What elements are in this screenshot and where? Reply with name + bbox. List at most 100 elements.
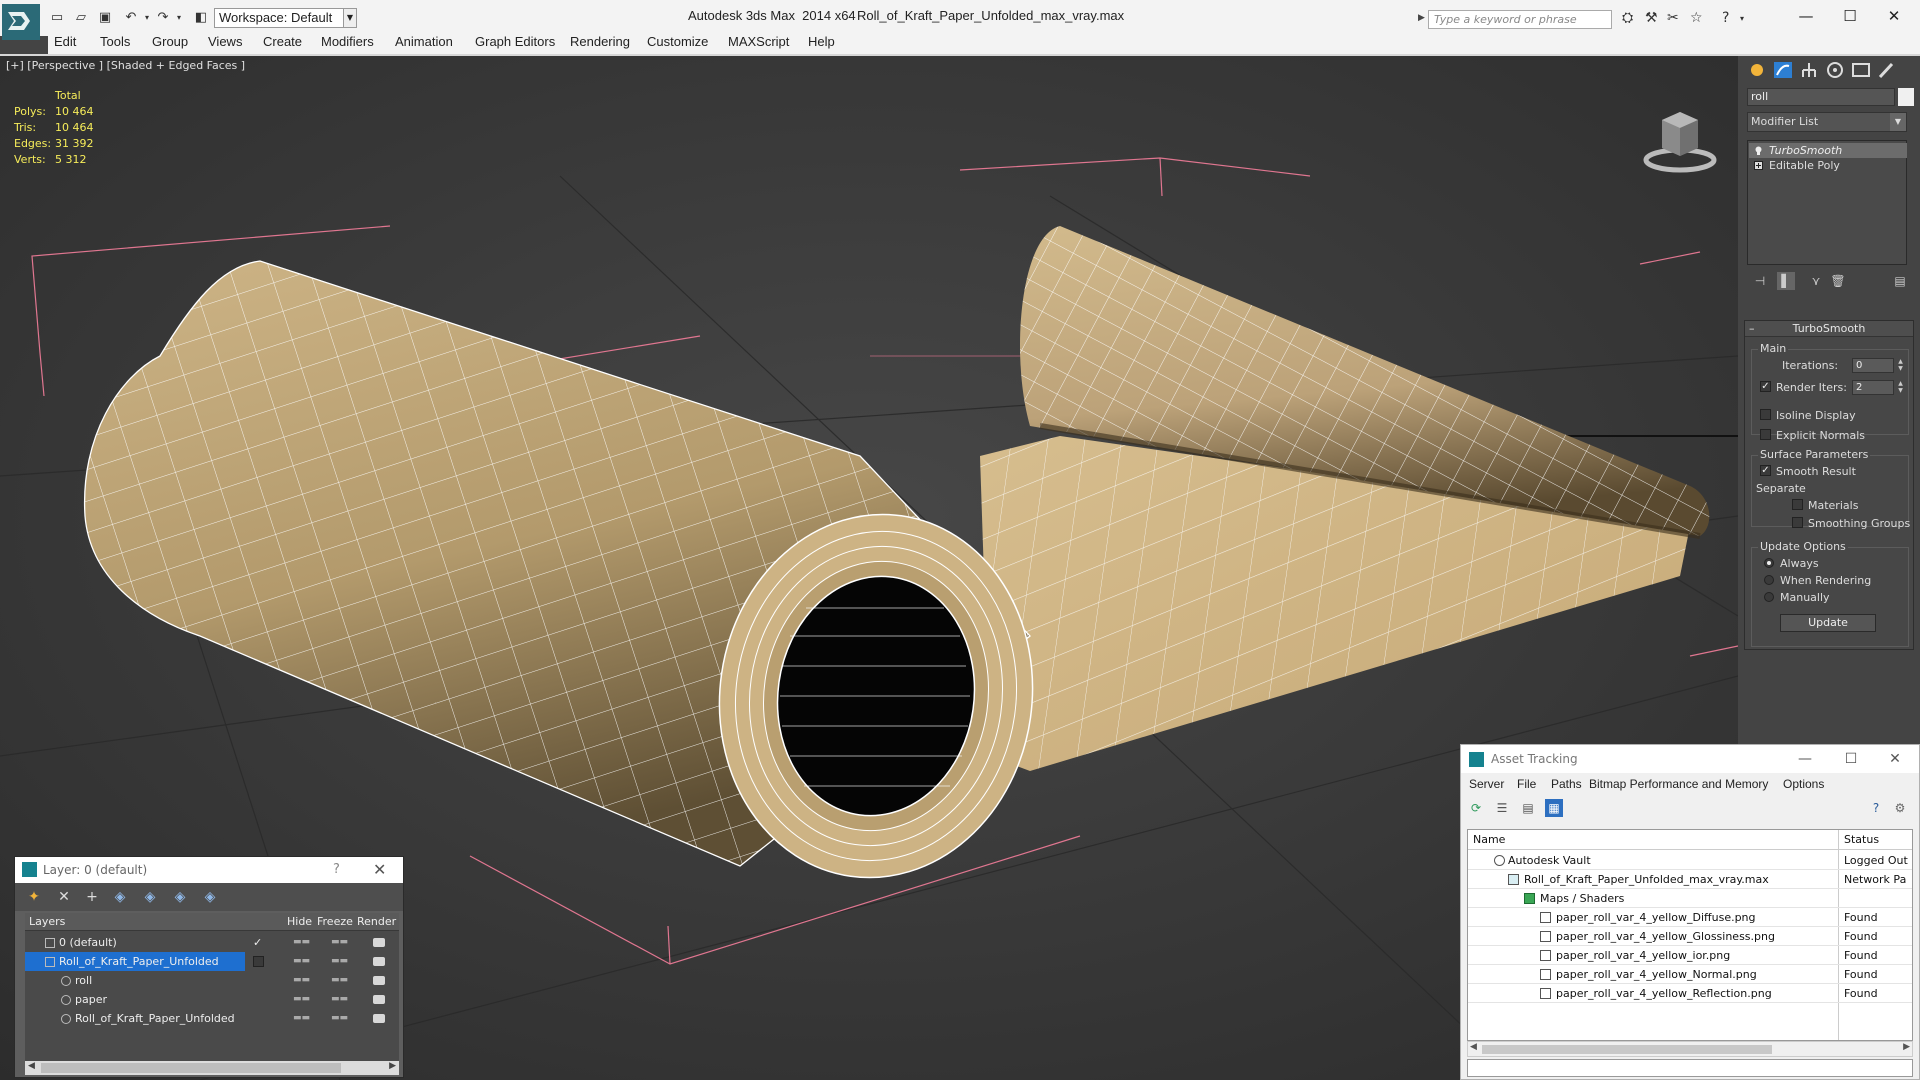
menu-animation[interactable]: Animation bbox=[395, 34, 453, 49]
asset-row[interactable]: paper_roll_var_4_yellow_ior.png Found bbox=[1468, 946, 1912, 965]
stack-item-editable-poly[interactable]: Editable Poly bbox=[1749, 158, 1907, 173]
freeze-toggle[interactable]: ▬▬ bbox=[331, 952, 348, 971]
remove-modifier-icon[interactable]: 🗑 bbox=[1829, 272, 1847, 290]
object-name-input[interactable]: roll bbox=[1747, 88, 1895, 106]
menu-graph-editors[interactable]: Graph Editors bbox=[475, 34, 555, 49]
menu-options[interactable]: Options bbox=[1783, 777, 1824, 791]
col-freeze[interactable]: Freeze bbox=[317, 915, 353, 928]
current-layer-checkbox[interactable] bbox=[253, 956, 264, 967]
menu-bitmap-performance[interactable]: Bitmap Performance and Memory bbox=[1589, 777, 1768, 791]
render-iters-checkbox[interactable]: ✓ bbox=[1760, 381, 1771, 392]
search-input[interactable]: Type a keyword or phrase bbox=[1428, 10, 1612, 29]
iterations-spinner[interactable]: 0 bbox=[1852, 358, 1894, 373]
hide-toggle[interactable]: ▬▬ bbox=[293, 990, 310, 1009]
list-view-icon[interactable]: ☰ bbox=[1493, 799, 1511, 817]
asset-row[interactable]: paper_roll_var_4_yellow_Glossiness.png F… bbox=[1468, 927, 1912, 946]
refresh-icon[interactable]: ⟳ bbox=[1467, 799, 1485, 817]
close-icon[interactable]: ✕ bbox=[1882, 6, 1906, 26]
menu-rendering[interactable]: Rendering bbox=[570, 34, 630, 49]
current-layer-check-icon[interactable]: ✓ bbox=[253, 933, 262, 952]
workspace-select[interactable]: Workspace: Default bbox=[214, 8, 344, 28]
pin-stack-icon[interactable]: ⊣ bbox=[1751, 272, 1769, 290]
render-iters-spinner[interactable]: 2 bbox=[1852, 380, 1894, 395]
select-objects-icon[interactable]: ◈ bbox=[111, 888, 129, 906]
expand-plus-icon[interactable] bbox=[1754, 161, 1763, 170]
maximize-icon[interactable]: ☐ bbox=[1838, 6, 1862, 26]
modifier-list-dropdown-icon[interactable]: ▼ bbox=[1890, 113, 1906, 131]
smoothing-groups-checkbox[interactable] bbox=[1792, 517, 1803, 528]
close-icon[interactable]: ✕ bbox=[1881, 745, 1909, 773]
table-view-icon[interactable]: ▦ bbox=[1545, 799, 1563, 817]
menu-tools[interactable]: Tools bbox=[100, 34, 130, 49]
display-tab-icon[interactable] bbox=[1850, 60, 1872, 80]
render-teapot-icon[interactable] bbox=[373, 1014, 385, 1023]
spinner-arrows-icon[interactable]: ▲ ▼ bbox=[1896, 358, 1905, 373]
asset-row[interactable]: Maps / Shaders bbox=[1468, 889, 1912, 908]
scroll-right-icon[interactable]: ▶ bbox=[1903, 1042, 1910, 1052]
make-unique-icon[interactable]: ⋎ bbox=[1807, 272, 1825, 290]
asset-row[interactable]: paper_roll_var_4_yellow_Normal.png Found bbox=[1468, 965, 1912, 984]
hide-toggle[interactable]: ▬▬ bbox=[293, 933, 310, 952]
layer-row[interactable]: Roll_of_Kraft_Paper_Unfolded ▬▬ ▬▬ bbox=[25, 1009, 399, 1028]
hide-all-icon[interactable]: ◈ bbox=[171, 888, 189, 906]
object-color-swatch[interactable] bbox=[1898, 88, 1914, 106]
manually-radio[interactable] bbox=[1764, 592, 1774, 602]
menu-help[interactable]: Help bbox=[808, 34, 835, 49]
motion-tab-icon[interactable] bbox=[1824, 60, 1846, 80]
lightbulb-icon[interactable] bbox=[1754, 146, 1763, 155]
scrollbar-thumb[interactable] bbox=[41, 1063, 341, 1073]
help-icon[interactable]: ? bbox=[333, 857, 340, 883]
collapse-icon[interactable]: – bbox=[1749, 321, 1755, 336]
freeze-toggle[interactable]: ▬▬ bbox=[331, 990, 348, 1009]
maximize-icon[interactable]: ☐ bbox=[1837, 745, 1865, 773]
utilities-tab-icon[interactable] bbox=[1876, 60, 1898, 80]
create-tab-icon[interactable] bbox=[1746, 60, 1768, 80]
freeze-toggle[interactable]: ▬▬ bbox=[331, 1009, 348, 1028]
menu-maxscript[interactable]: MAXScript bbox=[728, 34, 789, 49]
spinner-arrows-icon[interactable]: ▲ ▼ bbox=[1896, 380, 1905, 395]
scrollbar-thumb[interactable] bbox=[1482, 1045, 1772, 1054]
subscription-icon[interactable]: ⚒ bbox=[1645, 10, 1658, 26]
hide-toggle[interactable]: ▬▬ bbox=[293, 971, 310, 990]
menu-paths[interactable]: Paths bbox=[1551, 777, 1582, 791]
layer-row[interactable]: roll ▬▬ ▬▬ bbox=[25, 971, 399, 990]
dialog-title-bar[interactable]: Asset Tracking — ☐ ✕ bbox=[1461, 745, 1919, 773]
detail-view-icon[interactable]: ▤ bbox=[1519, 799, 1537, 817]
favorites-star-icon[interactable]: ☆ bbox=[1690, 10, 1703, 26]
menu-group[interactable]: Group bbox=[152, 34, 188, 49]
scroll-left-icon[interactable]: ◀ bbox=[28, 1061, 35, 1071]
freeze-all-icon[interactable]: ◈ bbox=[201, 888, 219, 906]
menu-edit[interactable]: Edit bbox=[54, 34, 76, 49]
asset-row[interactable]: paper_roll_var_4_yellow_Reflection.png F… bbox=[1468, 984, 1912, 1003]
communication-icon[interactable]: ✂ bbox=[1667, 10, 1679, 26]
freeze-toggle[interactable]: ▬▬ bbox=[331, 933, 348, 952]
configure-modifier-sets-icon[interactable]: ▤ bbox=[1891, 272, 1909, 290]
save-file-icon[interactable]: ▣ bbox=[96, 10, 114, 26]
menu-views[interactable]: Views bbox=[208, 34, 242, 49]
menu-customize[interactable]: Customize bbox=[647, 34, 708, 49]
add-to-layer-icon[interactable]: + bbox=[83, 888, 101, 906]
col-name[interactable]: Name bbox=[1473, 833, 1505, 846]
help-dropdown-icon[interactable]: ▾ bbox=[1740, 14, 1744, 23]
rollout-header[interactable]: – TurboSmooth bbox=[1745, 321, 1913, 337]
menu-create[interactable]: Create bbox=[263, 34, 302, 49]
minimize-icon[interactable]: — bbox=[1794, 6, 1818, 26]
update-button[interactable]: Update bbox=[1780, 614, 1876, 632]
new-file-icon[interactable]: ▭ bbox=[48, 10, 66, 26]
help-icon[interactable]: ? bbox=[1722, 10, 1729, 26]
layer-row[interactable]: 0 (default) ✓ ▬▬ ▬▬ bbox=[25, 933, 399, 952]
project-folder-icon[interactable]: ◧ bbox=[192, 10, 210, 26]
viewcube-icon[interactable] bbox=[1640, 90, 1720, 180]
settings-icon[interactable]: ⚙ bbox=[1891, 799, 1909, 817]
smooth-result-checkbox[interactable]: ✓ bbox=[1760, 465, 1771, 476]
isoline-checkbox[interactable] bbox=[1760, 409, 1771, 420]
scroll-right-icon[interactable]: ▶ bbox=[389, 1061, 396, 1071]
explicit-normals-checkbox[interactable] bbox=[1760, 429, 1771, 440]
dialog-title-bar[interactable]: Layer: 0 (default) ? ✕ bbox=[15, 857, 403, 883]
render-teapot-icon[interactable] bbox=[373, 957, 385, 966]
redo-dropdown-icon[interactable]: ▾ bbox=[170, 10, 188, 26]
hide-toggle[interactable]: ▬▬ bbox=[293, 1009, 310, 1028]
delete-layer-icon[interactable]: ✕ bbox=[55, 888, 73, 906]
close-icon[interactable]: ✕ bbox=[373, 857, 386, 883]
stack-item-turbosmooth[interactable]: TurboSmooth bbox=[1749, 143, 1907, 158]
